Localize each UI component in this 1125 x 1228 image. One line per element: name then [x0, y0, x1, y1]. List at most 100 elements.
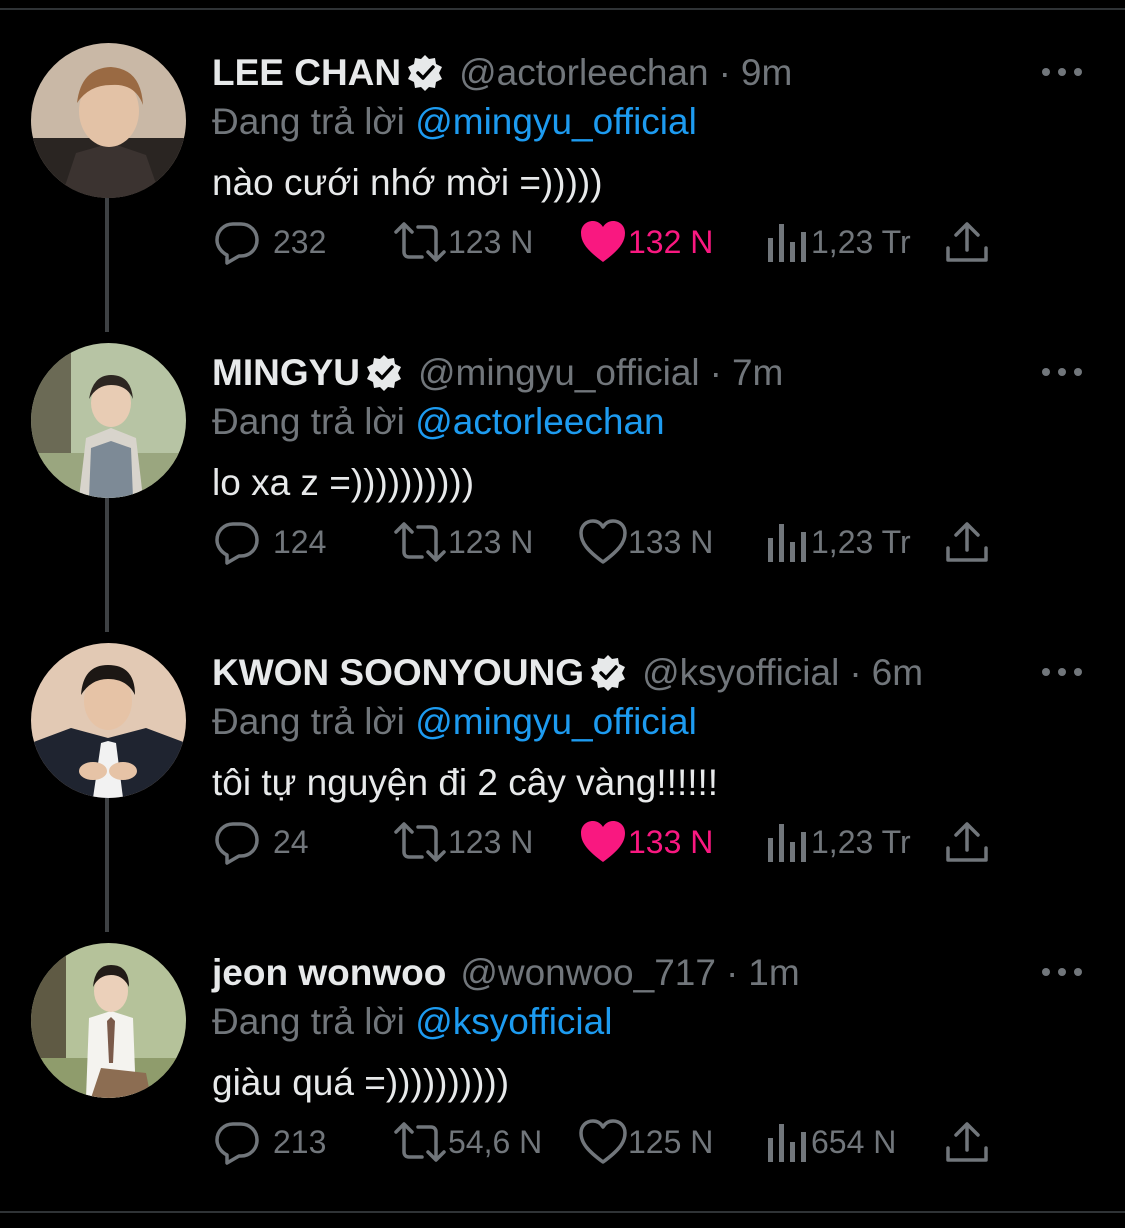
handle[interactable]: @wonwoo_717	[460, 952, 716, 994]
retweet-button[interactable]: 123 N	[392, 512, 533, 572]
share-icon	[946, 522, 988, 562]
replying-to-label: Đang trả lời	[212, 101, 405, 142]
retweet-button[interactable]: 123 N	[392, 812, 533, 872]
display-name[interactable]: LEE CHAN	[212, 52, 401, 94]
retweet-button[interactable]: 54,6 N	[392, 1112, 542, 1172]
verified-badge-icon	[408, 55, 443, 91]
timestamp[interactable]: 6m	[872, 652, 923, 694]
share-button[interactable]	[944, 812, 990, 872]
replying-to: Đang trả lời @mingyu_official	[212, 98, 697, 146]
views-count: 1,23 Tr	[811, 523, 911, 560]
replying-to-handle[interactable]: @actorleechan	[415, 401, 664, 442]
heart-icon	[579, 1119, 627, 1164]
share-icon	[946, 222, 988, 262]
views-icon	[768, 224, 806, 262]
separator-dot: ·	[718, 52, 731, 93]
share-button[interactable]	[944, 512, 990, 572]
views-count: 654 N	[811, 1123, 897, 1160]
replying-to-label: Đang trả lời	[212, 701, 405, 742]
reply-count: 24	[273, 823, 309, 860]
retweet-icon	[394, 822, 446, 862]
replying-to: Đang trả lời @ksyofficial	[212, 998, 612, 1046]
tweet-actions: 24 123 N 133 N 1,23 Tr	[0, 812, 1125, 872]
tweet-actions: 232 123 N 132 N 1,23 Tr	[0, 212, 1125, 272]
avatar[interactable]	[31, 43, 186, 198]
like-count: 133 N	[628, 823, 714, 860]
display-name[interactable]: MINGYU	[212, 352, 360, 394]
heart-filled-icon	[581, 221, 625, 262]
avatar[interactable]	[31, 643, 186, 798]
retweet-count: 123 N	[448, 823, 534, 860]
reply-icon	[215, 522, 259, 565]
reply-button[interactable]: 232	[213, 212, 326, 272]
separator-dot: ·	[709, 352, 722, 393]
tweet[interactable]: MINGYU @mingyu_official · 7m Đang trả lờ…	[0, 310, 1125, 610]
timestamp[interactable]: 1m	[748, 952, 799, 994]
views-button[interactable]: 1,23 Tr	[765, 512, 911, 572]
more-icon[interactable]	[1042, 362, 1082, 382]
divider	[0, 1211, 1125, 1213]
tweet[interactable]: KWON SOONYOUNG @ksyofficial · 6m Đang tr…	[0, 610, 1125, 910]
tweet-actions: 213 54,6 N 125 N 654 N	[0, 1112, 1125, 1172]
retweet-icon	[394, 1122, 446, 1162]
reply-icon	[215, 222, 259, 265]
separator-dot: ·	[725, 952, 739, 993]
display-name[interactable]: KWON SOONYOUNG	[212, 652, 584, 694]
avatar[interactable]	[31, 943, 186, 1098]
like-button[interactable]: 133 N	[578, 512, 713, 572]
timeline: LEE CHAN @actorleechan · 9m Đang trả lời…	[0, 0, 1125, 1228]
avatar-image	[31, 43, 186, 198]
avatar-image	[31, 343, 186, 498]
tweet[interactable]: jeon wonwoo @wonwoo_717 · 1m Đang trả lờ…	[0, 910, 1125, 1210]
share-button[interactable]	[944, 1112, 990, 1172]
views-button[interactable]: 1,23 Tr	[765, 212, 911, 272]
replying-to-handle[interactable]: @ksyofficial	[415, 1001, 612, 1042]
tweet-text: nào cưới nhớ mời =)))))	[212, 162, 603, 203]
replying-to: Đang trả lời @actorleechan	[212, 398, 665, 446]
replying-to-label: Đang trả lời	[212, 1001, 405, 1042]
tweet-header: MINGYU @mingyu_official · 7m	[212, 348, 783, 398]
like-count: 132 N	[628, 223, 714, 260]
handle[interactable]: @actorleechan	[459, 52, 708, 94]
retweet-button[interactable]: 123 N	[392, 212, 533, 272]
heart-icon	[579, 519, 627, 564]
views-count: 1,23 Tr	[811, 223, 911, 260]
like-button[interactable]: 133 N	[578, 812, 713, 872]
tweet-header: jeon wonwoo @wonwoo_717 · 1m	[212, 948, 800, 998]
like-count: 133 N	[628, 523, 714, 560]
views-icon	[768, 1124, 806, 1162]
avatar-image	[31, 643, 186, 798]
handle[interactable]: @ksyofficial	[642, 652, 839, 694]
like-button[interactable]: 132 N	[578, 212, 713, 272]
share-button[interactable]	[944, 212, 990, 272]
reply-button[interactable]: 24	[213, 812, 309, 872]
like-button[interactable]: 125 N	[578, 1112, 713, 1172]
reply-button[interactable]: 213	[213, 1112, 326, 1172]
display-name[interactable]: jeon wonwoo	[212, 952, 446, 994]
retweet-count: 123 N	[448, 223, 534, 260]
reply-count: 124	[273, 523, 327, 560]
timestamp[interactable]: 9m	[741, 52, 792, 94]
views-icon	[768, 524, 806, 562]
views-icon	[768, 824, 806, 862]
replying-to-label: Đang trả lời	[212, 401, 405, 442]
replying-to-handle[interactable]: @mingyu_official	[415, 701, 697, 742]
views-button[interactable]: 1,23 Tr	[765, 812, 911, 872]
tweet-text: lo xa z =))))))))))	[212, 462, 475, 503]
replying-to-handle[interactable]: @mingyu_official	[415, 101, 697, 142]
avatar-image	[31, 943, 186, 1098]
verified-badge-icon	[591, 655, 626, 691]
retweet-icon	[394, 522, 446, 562]
views-button[interactable]: 654 N	[765, 1112, 896, 1172]
handle[interactable]: @mingyu_official	[418, 352, 700, 394]
more-icon[interactable]	[1042, 962, 1082, 982]
reply-button[interactable]: 124	[213, 512, 326, 572]
more-icon[interactable]	[1042, 62, 1082, 82]
reply-icon	[215, 822, 259, 865]
share-icon	[946, 1122, 988, 1162]
tweet[interactable]: LEE CHAN @actorleechan · 9m Đang trả lời…	[0, 10, 1125, 310]
tweet-header: KWON SOONYOUNG @ksyofficial · 6m	[212, 648, 923, 698]
more-icon[interactable]	[1042, 662, 1082, 682]
timestamp[interactable]: 7m	[732, 352, 783, 394]
avatar[interactable]	[31, 343, 186, 498]
